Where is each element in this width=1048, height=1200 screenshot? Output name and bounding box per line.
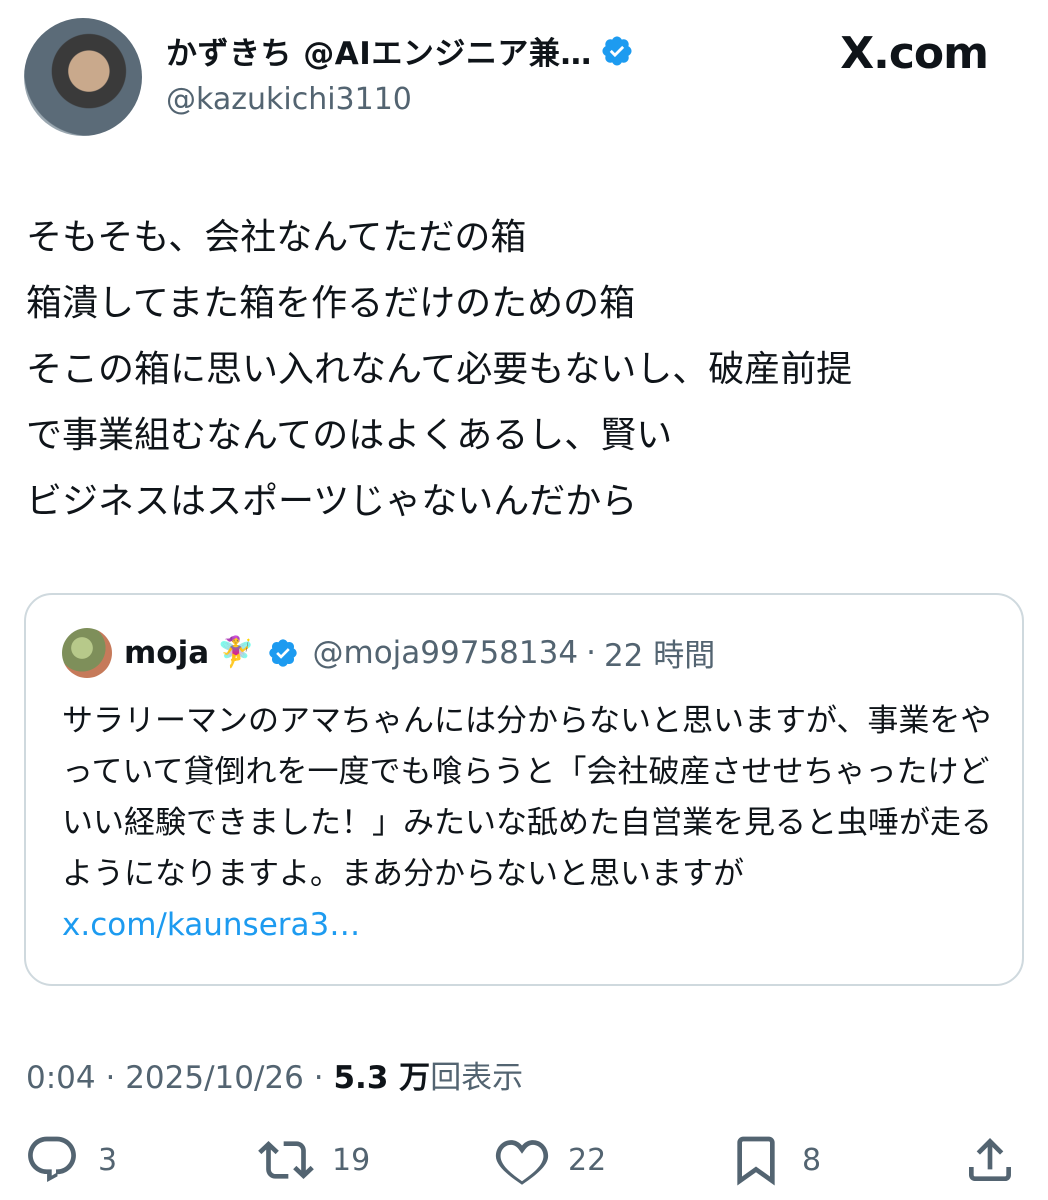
author-handle[interactable]: @kazukichi3110 (166, 82, 412, 117)
like-count: 22 (568, 1142, 607, 1178)
like-button[interactable]: 22 (494, 1132, 606, 1188)
quoted-author-name[interactable]: moja (124, 635, 209, 671)
tweet-time[interactable]: 0:04 (26, 1060, 96, 1096)
meta-separator: · (105, 1060, 116, 1096)
verified-badge-icon (268, 638, 297, 667)
author-name[interactable]: かずきち @AIエンジニア兼… (166, 28, 592, 73)
quoted-tweet-body: サラリーマンのアマちゃんには分からないと思いますが、事業をやっていて貸倒れを一度… (62, 703, 992, 892)
author-name-row: かずきち @AIエンジニア兼… (166, 28, 634, 73)
view-count: 5.3 万 (333, 1060, 431, 1096)
bookmark-count: 8 (802, 1142, 822, 1178)
repost-button[interactable]: 19 (258, 1132, 370, 1188)
tweet-actions: 3 19 22 8 (0, 1132, 1048, 1192)
fairy-emoji-icon: 🧚‍♀️ (217, 635, 255, 670)
tweet-meta: 0:04 · 2025/10/26 · 5.3 万回表示 (26, 1052, 523, 1097)
quoted-header-separator: · (586, 634, 596, 671)
meta-separator: · (313, 1060, 324, 1096)
quoted-author-handle[interactable]: @moja99758134 (313, 635, 579, 671)
quoted-tweet-text: サラリーマンのアマちゃんには分からないと思いますが、事業をやっていて貸倒れを一度… (62, 696, 997, 951)
reply-count: 3 (98, 1142, 118, 1178)
tweet-date[interactable]: 2025/10/26 (125, 1060, 304, 1096)
heart-icon (495, 1140, 549, 1185)
quoted-tweet-time[interactable]: 22 時間 (604, 630, 715, 675)
share-button[interactable] (962, 1132, 1018, 1188)
view-count-label: 回表示 (430, 1060, 524, 1096)
share-icon (969, 1138, 1011, 1181)
reply-button[interactable]: 3 (24, 1132, 117, 1188)
quoted-tweet-card[interactable]: moja 🧚‍♀️ @moja99758134 · 22 時間 サラリーマンのア… (24, 593, 1024, 986)
reply-icon (28, 1136, 76, 1183)
quoted-tweet-header: moja 🧚‍♀️ @moja99758134 · 22 時間 (124, 630, 715, 675)
quoted-author-avatar[interactable] (62, 628, 112, 678)
verified-badge-icon (602, 35, 632, 66)
bookmark-icon (737, 1136, 775, 1186)
repost-count: 19 (332, 1142, 371, 1178)
tweet-text: そもそも、会社なんてただの箱 箱潰してまた箱を作るだけのための箱 そこの箱に思い… (26, 217, 853, 522)
quoted-tweet-link[interactable]: x.com/kaunsera3… (62, 907, 360, 943)
bookmark-button[interactable]: 8 (728, 1132, 821, 1188)
brand-logo: X.com (840, 28, 989, 79)
author-avatar[interactable] (24, 18, 142, 136)
repost-icon (258, 1141, 314, 1179)
